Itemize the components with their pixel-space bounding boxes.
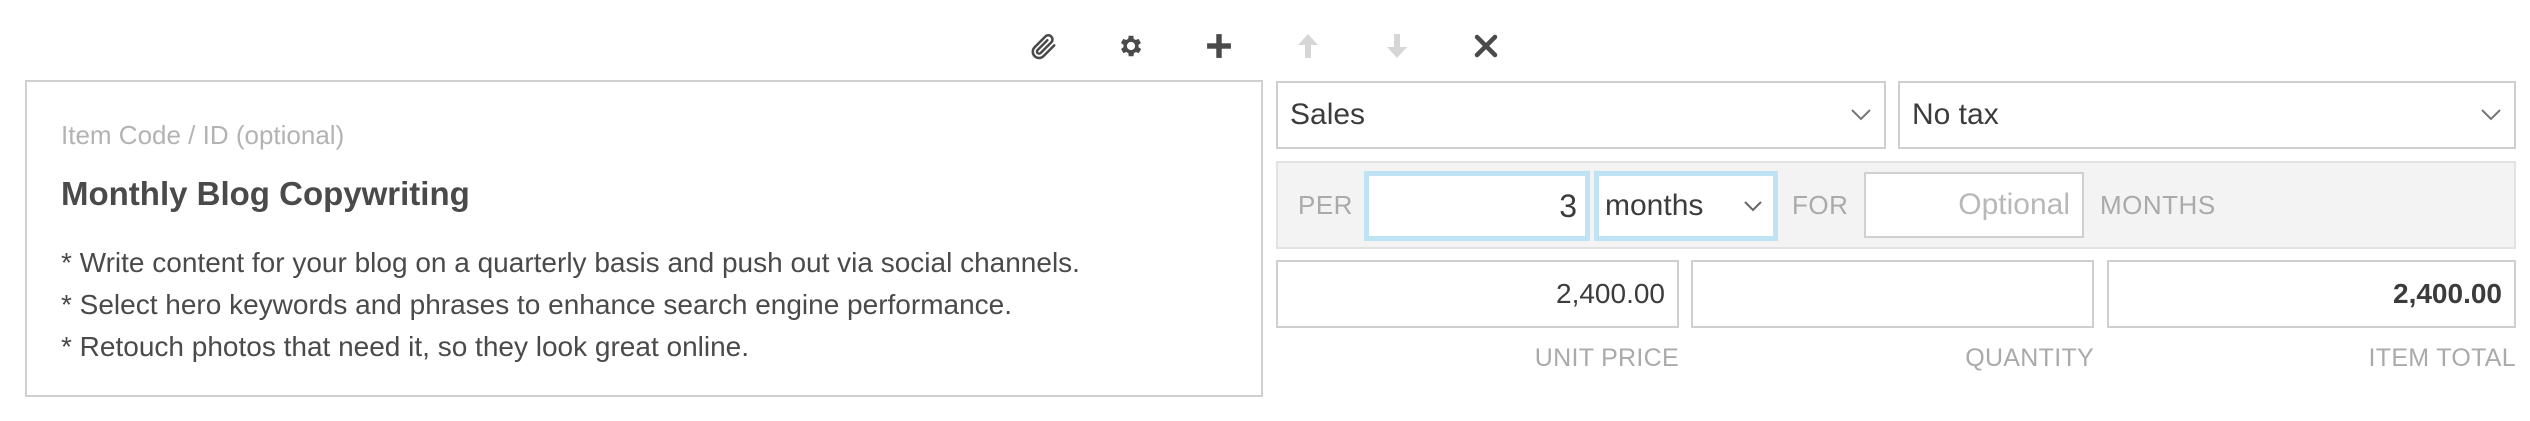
settings-button[interactable] <box>1103 18 1159 74</box>
item-total-label: ITEM TOTAL <box>2368 344 2516 372</box>
unit-price-value: 2,400.00 <box>1556 278 1665 309</box>
per-label: PER <box>1298 190 1353 220</box>
duration-placeholder: Optional <box>1958 188 2070 221</box>
duration-unit-label: MONTHS <box>2100 190 2216 220</box>
item-total-value: 2,400.00 <box>2393 278 2502 309</box>
item-title[interactable]: Monthly Blog Copywriting <box>61 175 470 213</box>
add-line-button[interactable] <box>1191 18 1247 74</box>
unit-price-label: UNIT PRICE <box>1534 344 1679 372</box>
interval-value: 3 <box>1559 187 1577 224</box>
move-up-button[interactable] <box>1280 18 1336 74</box>
quantity-input[interactable] <box>1691 260 2094 328</box>
unit-price-input[interactable]: 2,400.00 <box>1276 260 1679 328</box>
gear-icon <box>1117 32 1145 60</box>
tax-select[interactable]: No tax <box>1898 81 2516 149</box>
item-description[interactable]: * Write content for your blog on a quart… <box>61 242 1231 368</box>
quantity-label: QUANTITY <box>1965 344 2094 372</box>
description-line: * Write content for your blog on a quart… <box>61 247 1080 278</box>
item-total-field: 2,400.00 <box>2107 260 2516 328</box>
close-icon <box>1474 34 1498 58</box>
chevron-down-icon <box>2468 82 2514 148</box>
move-down-button[interactable] <box>1369 18 1425 74</box>
interval-unit-select[interactable]: months <box>1594 171 1778 241</box>
interval-unit-value: months <box>1605 189 1704 222</box>
for-label: FOR <box>1792 190 1849 220</box>
recurring-row: PER 3 months FOR Optional MONTHS <box>1276 161 2516 249</box>
line-item-editor: Item Code / ID (optional) Monthly Blog C… <box>0 0 2530 421</box>
account-select[interactable]: Sales <box>1276 81 1886 149</box>
plus-icon <box>1206 33 1232 59</box>
duration-input[interactable]: Optional <box>1864 172 2084 238</box>
arrow-down-icon <box>1385 32 1409 60</box>
remove-line-button[interactable] <box>1458 18 1514 74</box>
chevron-down-icon <box>1838 82 1884 148</box>
item-description-box[interactable]: Item Code / ID (optional) Monthly Blog C… <box>25 80 1263 397</box>
tax-select-value: No tax <box>1912 98 1999 131</box>
paperclip-icon <box>1028 31 1058 61</box>
chevron-down-icon <box>1733 200 1773 212</box>
account-select-value: Sales <box>1290 98 1366 131</box>
arrow-up-icon <box>1296 32 1320 60</box>
description-line: * Select hero keywords and phrases to en… <box>61 289 1013 320</box>
interval-input[interactable]: 3 <box>1364 171 1590 241</box>
line-item-toolbar <box>0 18 2530 74</box>
item-code-field[interactable]: Item Code / ID (optional) <box>61 120 344 151</box>
attach-button[interactable] <box>1015 18 1071 74</box>
description-line: * Retouch photos that need it, so they l… <box>61 331 750 362</box>
